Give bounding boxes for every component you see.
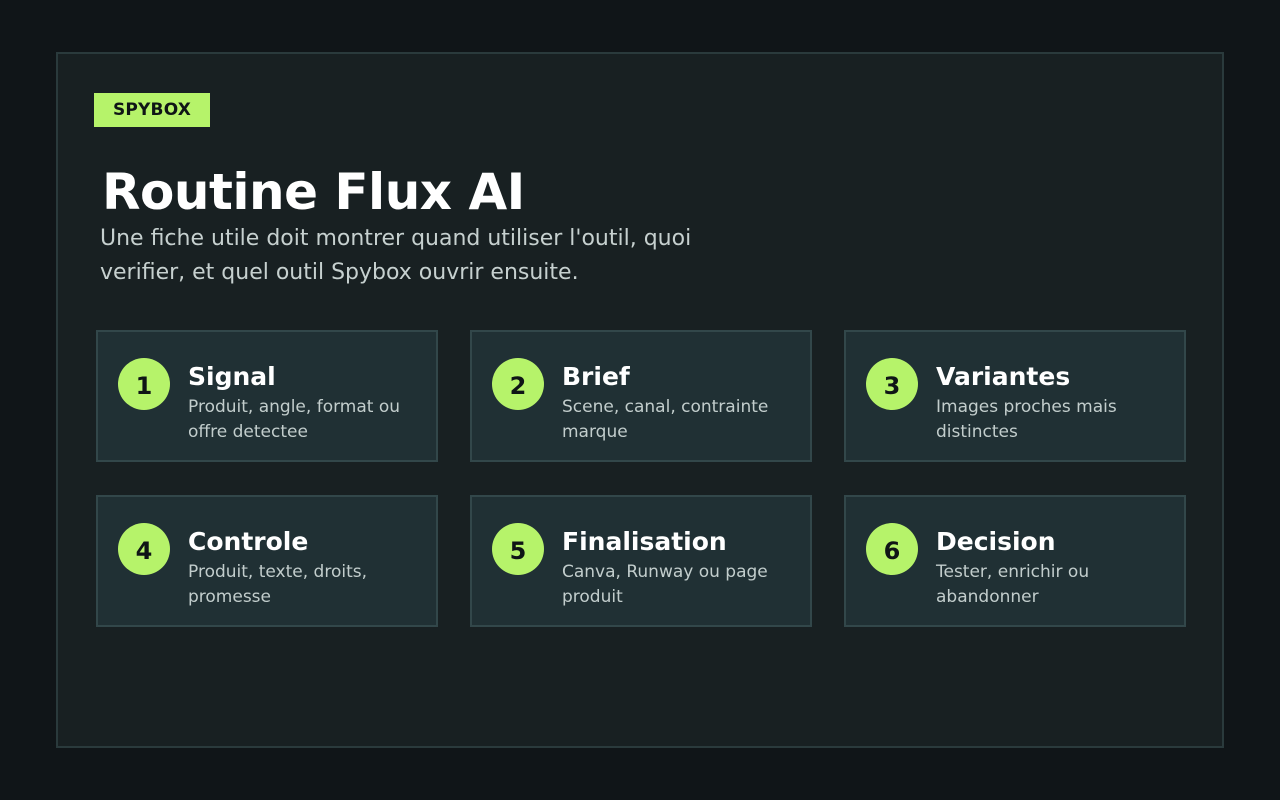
step-card-variantes: 3 Variantes Images proches mais distinct… bbox=[844, 330, 1186, 462]
step-title: Signal bbox=[188, 362, 276, 391]
step-card-signal: 1 Signal Produit, angle, format ou offre… bbox=[96, 330, 438, 462]
step-description: Images proches mais distinctes bbox=[936, 397, 1117, 442]
step-number-badge: 4 bbox=[118, 523, 170, 575]
step-number-badge: 6 bbox=[866, 523, 918, 575]
step-description: Produit, angle, format ou offre detectee bbox=[188, 397, 401, 442]
step-title: Brief bbox=[562, 362, 630, 391]
step-title: Variantes bbox=[936, 362, 1071, 391]
step-description: Canva, Runway ou page produit bbox=[562, 562, 768, 607]
step-card-decision: 6 Decision Tester, enrichir ou abandonne… bbox=[844, 495, 1186, 627]
step-number-badge: 2 bbox=[492, 358, 544, 410]
step-title: Decision bbox=[936, 527, 1056, 556]
step-number-badge: 3 bbox=[866, 358, 918, 410]
step-title: Finalisation bbox=[562, 527, 727, 556]
step-number-badge: 5 bbox=[492, 523, 544, 575]
step-description: Scene, canal, contrainte marque bbox=[562, 397, 769, 442]
step-card-brief: 2 Brief Scene, canal, contrainte marque bbox=[470, 330, 812, 462]
main-panel: SPYBOX Routine Flux AI Une fiche utile d… bbox=[56, 52, 1224, 748]
page-subtitle: Une fiche utile doit montrer quand utili… bbox=[100, 226, 692, 285]
step-title: Controle bbox=[188, 527, 309, 556]
step-card-finalisation: 5 Finalisation Canva, Runway ou page pro… bbox=[470, 495, 812, 627]
brand-badge: SPYBOX bbox=[94, 93, 210, 127]
step-number-badge: 1 bbox=[118, 358, 170, 410]
page-title: Routine Flux AI bbox=[102, 163, 525, 221]
step-card-controle: 4 Controle Produit, texte, droits, prome… bbox=[96, 495, 438, 627]
step-description: Tester, enrichir ou abandonner bbox=[936, 562, 1090, 607]
step-description: Produit, texte, droits, promesse bbox=[188, 562, 368, 607]
